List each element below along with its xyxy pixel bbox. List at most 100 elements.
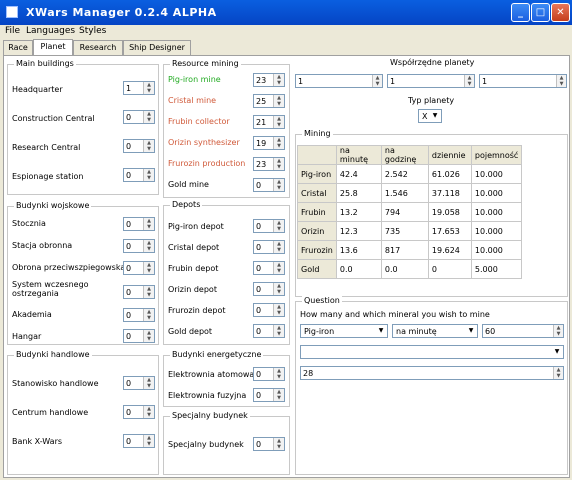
spin-arrows-icon[interactable]: ▲ ▼ — [273, 262, 284, 274]
spin-value: 0 — [256, 181, 262, 190]
spin-arrows-icon[interactable]: ▲ ▼ — [143, 435, 154, 447]
spin-arrows-icon[interactable]: ▲ ▼ — [273, 158, 284, 170]
spin-arrows-icon[interactable]: ▲ ▼ — [143, 240, 154, 252]
atomic-plant-spinbox[interactable]: 0 ▲ ▼ — [253, 367, 285, 381]
centrum-spinbox[interactable]: 0 ▲ ▼ — [123, 405, 155, 419]
spin-arrows-icon[interactable]: ▲ ▼ — [273, 438, 284, 450]
table-cell: 42.4 — [335, 164, 382, 184]
bank-spinbox[interactable]: 0 ▲ ▼ — [123, 434, 155, 448]
stacja-obronna-spinbox[interactable]: 0 ▲ ▼ — [123, 239, 155, 253]
menu-styles[interactable]: Styles — [79, 26, 106, 36]
tab-race[interactable]: Race — [3, 40, 33, 55]
answer-select[interactable]: ▼ — [300, 345, 564, 359]
stocznia-spinbox[interactable]: 0 ▲ ▼ — [123, 217, 155, 231]
chevron-down-icon[interactable]: ▼ — [376, 326, 386, 336]
spin-arrows-icon[interactable]: ▲ ▼ — [273, 95, 284, 107]
bank-label: Bank X-Wars — [12, 437, 63, 446]
spin-arrows-icon[interactable]: ▲ ▼ — [273, 389, 284, 401]
headquarter-spinbox[interactable]: 1 ▲ ▼ — [123, 81, 155, 95]
spin-arrows-icon[interactable]: ▲ ▼ — [273, 325, 284, 337]
spin-value: 23 — [256, 160, 267, 169]
tab-planet[interactable]: Planet — [33, 39, 73, 56]
spin-arrows-icon[interactable]: ▲ ▼ — [143, 309, 154, 321]
main-buildings-group: Main buildings Headquarter 1 ▲ ▼ Construct… — [7, 59, 159, 195]
pig-iron-depot-spinbox[interactable]: 0 ▲ ▼ — [253, 219, 285, 233]
spin-arrows-icon[interactable]: ▲ ▼ — [143, 218, 154, 230]
fusion-plant-spinbox[interactable]: 0 ▲ ▼ — [253, 388, 285, 402]
special-building-spinbox[interactable]: 0 ▲ ▼ — [253, 437, 285, 451]
headquarter-label: Headquarter — [12, 85, 63, 94]
spin-arrows-icon[interactable]: ▲ ▼ — [143, 111, 154, 123]
spin-arrows-icon[interactable]: ▲ ▼ — [273, 179, 284, 191]
spin-arrows-icon[interactable]: ▲ ▼ — [273, 241, 284, 253]
stanowisko-spinbox[interactable]: 0 ▲ ▼ — [123, 376, 155, 390]
chevron-down-icon[interactable]: ▼ — [466, 326, 476, 336]
spin-arrows-icon[interactable]: ▲ ▼ — [273, 74, 284, 86]
group-title: Mining — [302, 129, 333, 138]
akademia-spinbox[interactable]: 0 ▲ ▼ — [123, 308, 155, 322]
system-spinbox[interactable]: 0 ▲ ▼ — [123, 285, 155, 299]
frubin-depot-spinbox[interactable]: 0 ▲ ▼ — [253, 261, 285, 275]
spin-arrows-icon[interactable]: ▲ ▼ — [143, 262, 154, 274]
spin-arrows-icon[interactable]: ▲ ▼ — [273, 368, 284, 380]
cristal-depot-spinbox[interactable]: 0 ▲ ▼ — [253, 240, 285, 254]
coord-x-spinbox[interactable]: 1 ▲ ▼ — [295, 74, 383, 88]
spin-arrows-icon[interactable]: ▲ ▼ — [553, 325, 563, 337]
close-button[interactable]: ✕ — [551, 3, 570, 22]
orizin-depot-spinbox[interactable]: 0 ▲ ▼ — [253, 282, 285, 296]
chevron-down-icon[interactable]: ▼ — [430, 111, 440, 121]
column-header: pojemność — [470, 145, 523, 165]
spin-arrows-icon[interactable]: ▲ ▼ — [143, 286, 154, 298]
period-select[interactable]: na minutę ▼ — [392, 324, 478, 338]
planet-type-label: Typ planety — [408, 96, 455, 105]
construction-central-spinbox[interactable]: 0 ▲ ▼ — [123, 110, 155, 124]
coord-y-spinbox[interactable]: 1 ▲ ▼ — [387, 74, 475, 88]
planet-type-select[interactable]: X ▼ — [418, 109, 442, 123]
spin-arrows-icon[interactable]: ▲ ▼ — [464, 75, 474, 87]
spin-arrows-icon[interactable]: ▲ ▼ — [372, 75, 382, 87]
amount-spinbox[interactable]: 60 ▲ ▼ — [482, 324, 564, 338]
obrona-label: Obrona przeciwszpiegowska — [12, 263, 126, 272]
obrona-spinbox[interactable]: 0 ▲ ▼ — [123, 261, 155, 275]
spin-arrows-icon[interactable]: ▲ ▼ — [143, 82, 154, 94]
group-title: Budynki wojskowe — [14, 201, 92, 210]
spin-arrows-icon[interactable]: ▲ ▼ — [273, 116, 284, 128]
espionage-station-spinbox[interactable]: 0 ▲ ▼ — [123, 168, 155, 182]
gold-depot-spinbox[interactable]: 0 ▲ ▼ — [253, 324, 285, 338]
atomic-plant-label: Elektrownia atomowa — [168, 370, 255, 379]
tab-research[interactable]: Research — [73, 40, 123, 55]
spin-arrows-icon[interactable]: ▲ ▼ — [143, 169, 154, 181]
spin-arrows-icon[interactable]: ▲ ▼ — [143, 330, 154, 342]
spin-arrows-icon[interactable]: ▲ ▼ — [556, 75, 566, 87]
table-cell: 2.542 — [380, 164, 429, 184]
menu-languages[interactable]: Languages — [26, 26, 75, 36]
mineral-select[interactable]: Pig-iron ▼ — [300, 324, 388, 338]
gold-mine-spinbox[interactable]: 0 ▲ ▼ — [253, 178, 285, 192]
research-central-spinbox[interactable]: 0 ▲ ▼ — [123, 139, 155, 153]
table-cell: 19.624 — [427, 240, 472, 260]
spin-arrows-icon[interactable]: ▲ ▼ — [143, 377, 154, 389]
spin-arrows-icon[interactable]: ▲ ▼ — [273, 304, 284, 316]
frubin-collector-spinbox[interactable]: 21 ▲ ▼ — [253, 115, 285, 129]
result-spinbox[interactable]: 28 ▲ ▼ — [300, 366, 564, 380]
spin-arrows-icon[interactable]: ▲ ▼ — [143, 406, 154, 418]
tab-ship-designer[interactable]: Ship Designer — [123, 40, 191, 55]
chevron-down-icon[interactable]: ▼ — [552, 347, 562, 357]
pig-iron-mine-spinbox[interactable]: 23 ▲ ▼ — [253, 73, 285, 87]
corner-cell — [297, 145, 337, 165]
spin-arrows-icon[interactable]: ▲ ▼ — [143, 140, 154, 152]
table-cell: 10.000 — [470, 240, 523, 260]
spin-arrows-icon[interactable]: ▲ ▼ — [273, 283, 284, 295]
frurozin-production-spinbox[interactable]: 23 ▲ ▼ — [253, 157, 285, 171]
spin-arrows-icon[interactable]: ▲ ▼ — [553, 367, 563, 379]
frurozin-depot-spinbox[interactable]: 0 ▲ ▼ — [253, 303, 285, 317]
orizin-synthesizer-spinbox[interactable]: 19 ▲ ▼ — [253, 136, 285, 150]
spin-arrows-icon[interactable]: ▲ ▼ — [273, 220, 284, 232]
minimize-button[interactable]: _ — [511, 3, 530, 22]
cristal-mine-spinbox[interactable]: 25 ▲ ▼ — [253, 94, 285, 108]
maximize-button[interactable]: □ — [531, 3, 550, 22]
menu-file[interactable]: File — [5, 26, 20, 36]
hangar-spinbox[interactable]: 0 ▲ ▼ — [123, 329, 155, 343]
coord-z-spinbox[interactable]: 1 ▲ ▼ — [479, 74, 567, 88]
spin-arrows-icon[interactable]: ▲ ▼ — [273, 137, 284, 149]
